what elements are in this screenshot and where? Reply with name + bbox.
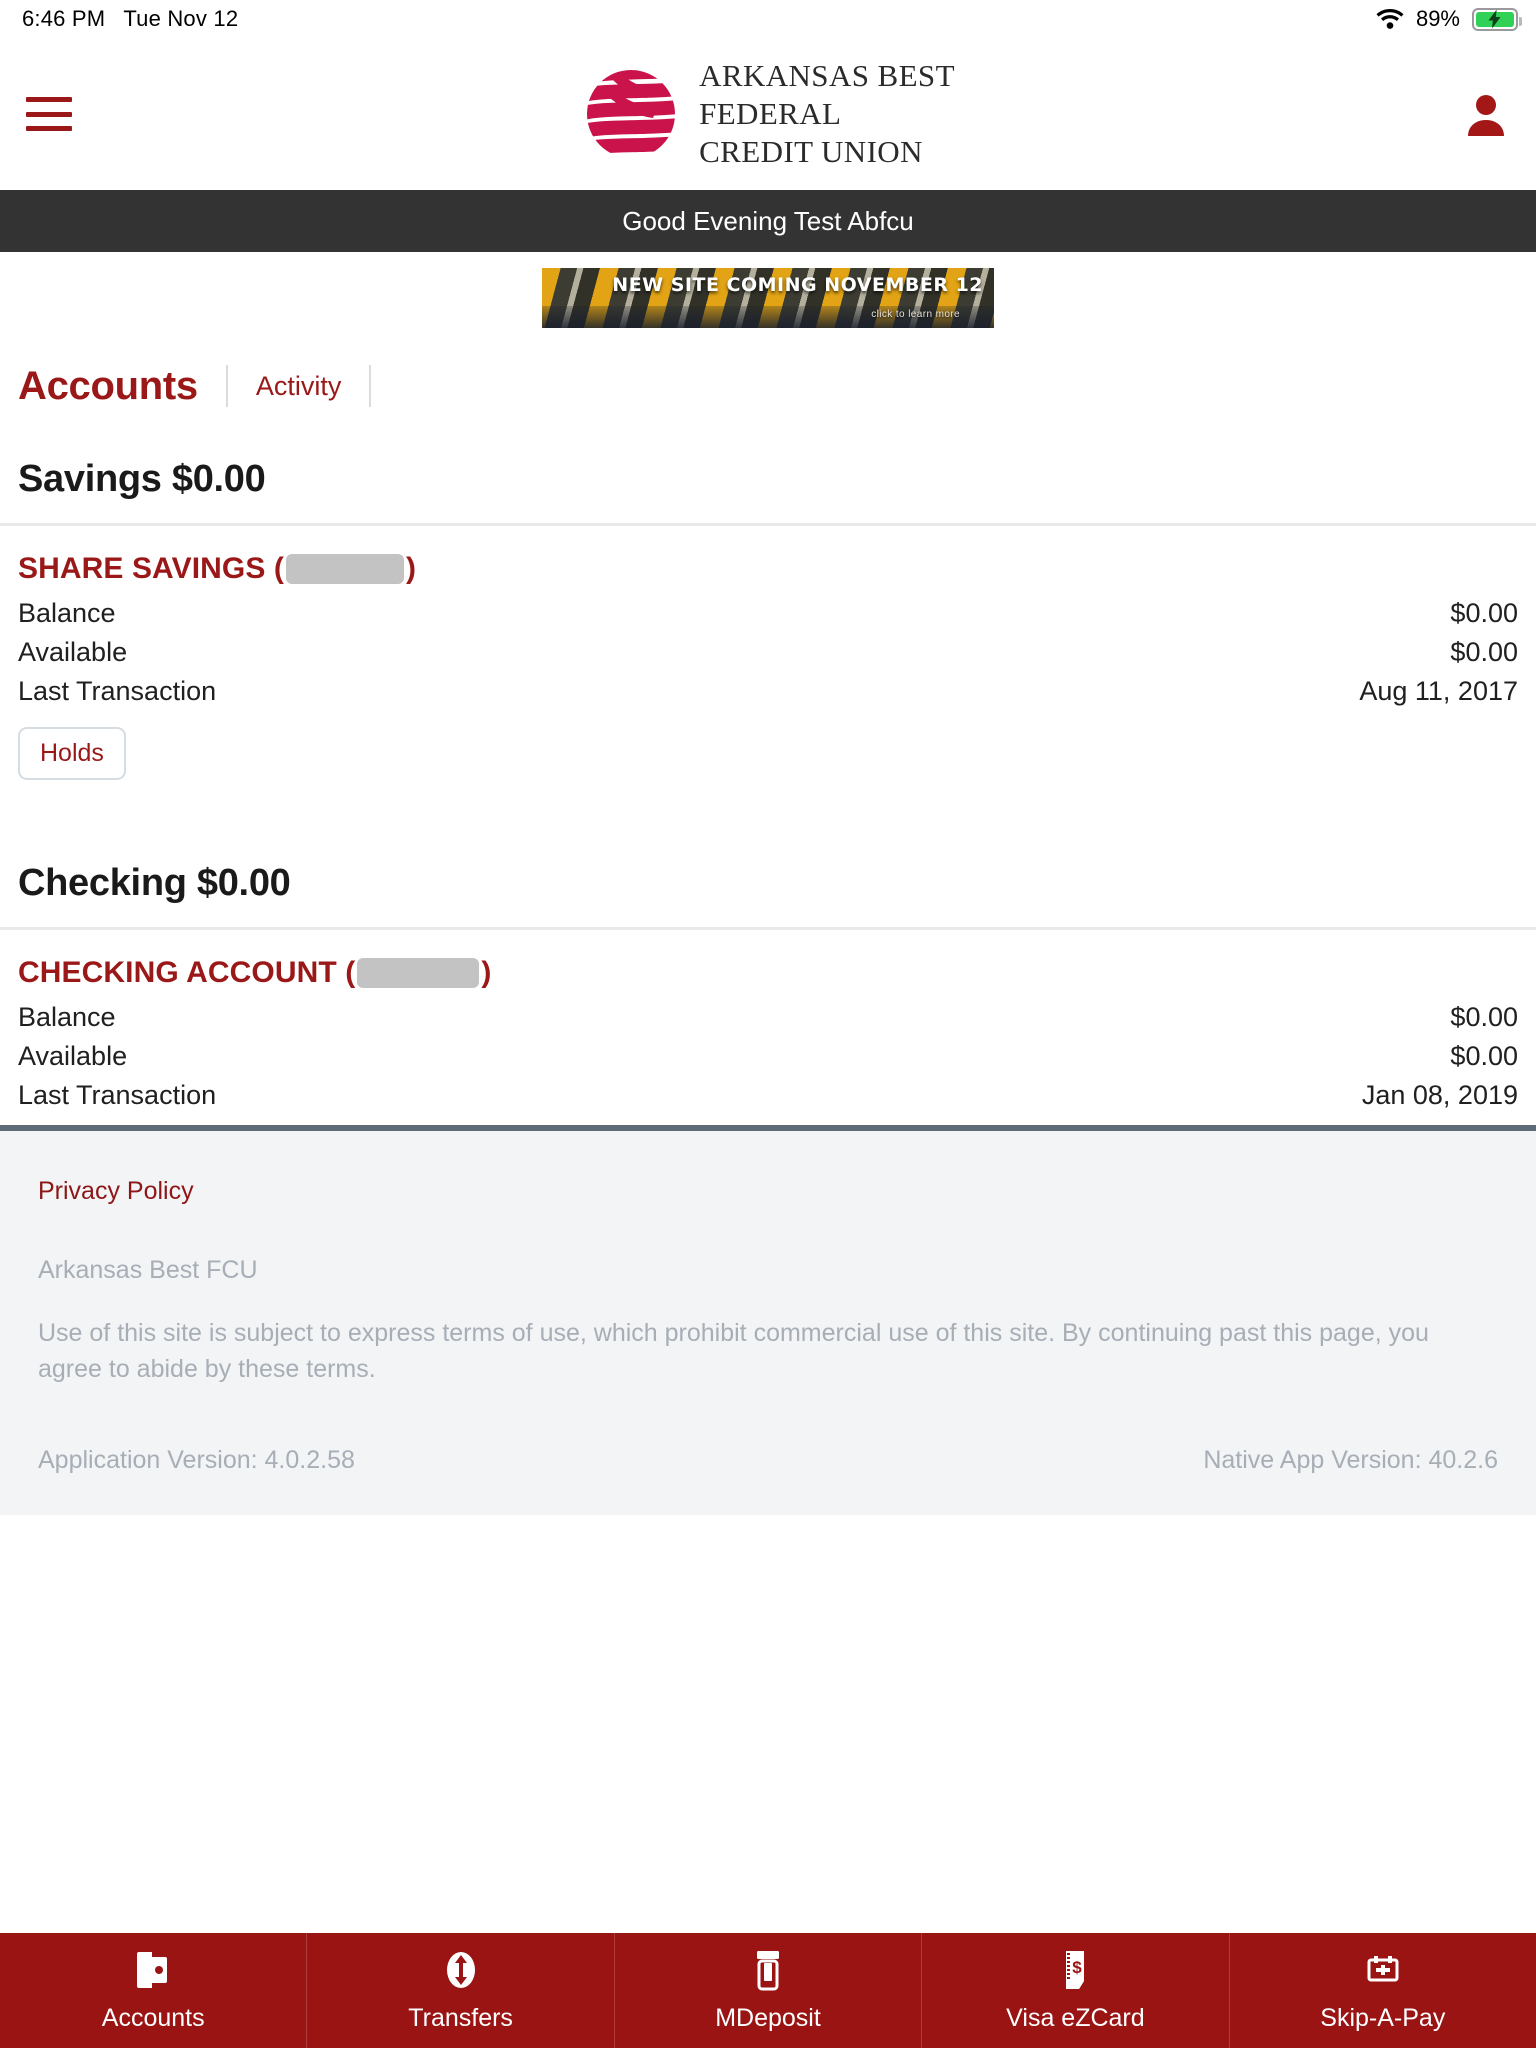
greeting-text: Good Evening Test Abfcu bbox=[622, 205, 914, 236]
bottom-tab-bar: Accounts Transfers MDeposit $ Visa eZCar… bbox=[0, 1933, 1536, 2048]
accounts-list: Savings $0.00 SHARE SAVINGS ( ) Balance … bbox=[0, 444, 1536, 1933]
hamburger-menu-icon[interactable] bbox=[26, 97, 72, 131]
account-row-last-transaction: Last Transaction Aug 11, 2017 bbox=[18, 672, 1518, 711]
transfer-arrows-icon bbox=[441, 1948, 481, 1992]
account-row-balance: Balance $0.00 bbox=[18, 594, 1518, 633]
greeting-bar: Good Evening Test Abfcu bbox=[0, 190, 1536, 252]
row-value: $0.00 bbox=[1450, 1041, 1518, 1071]
card-wallet-icon bbox=[133, 1948, 173, 1992]
footer-org-name: Arkansas Best FCU bbox=[38, 1256, 258, 1284]
tabbar-item-visa-ezcard[interactable]: $ Visa eZCard bbox=[922, 1933, 1230, 2048]
tabbar-label: Accounts bbox=[101, 2004, 205, 2032]
battery-percent-label: 89% bbox=[1415, 6, 1460, 31]
svg-text:$: $ bbox=[1073, 1958, 1083, 1977]
account-number-paren-close: ) bbox=[481, 956, 492, 989]
account-number-paren-close: ) bbox=[405, 552, 417, 585]
row-value: Jan 08, 2019 bbox=[1361, 1080, 1518, 1110]
holds-button[interactable]: Holds bbox=[18, 727, 126, 780]
row-label: Balance bbox=[18, 598, 116, 628]
logo-line-2: FEDERAL bbox=[699, 96, 842, 132]
row-value: $0.00 bbox=[1450, 1002, 1518, 1032]
tabbar-item-accounts[interactable]: Accounts bbox=[0, 1933, 308, 2048]
account-name-row: SHARE SAVINGS ( ) bbox=[18, 552, 1518, 586]
row-label: Available bbox=[18, 1041, 128, 1071]
tab-divider-2 bbox=[369, 365, 372, 407]
account-card-checking-account[interactable]: CHECKING ACCOUNT ( ) Balance $0.00 Avail… bbox=[0, 930, 1536, 1125]
status-bar-left: 6:46 PM Tue Nov 12 bbox=[22, 6, 238, 32]
brand-logo-text: ARKANSAS BEST FEDERAL CREDIT UNION bbox=[699, 57, 955, 170]
dollar-receipt-icon: $ bbox=[1055, 1948, 1095, 1992]
status-bar-date: Tue Nov 12 bbox=[123, 6, 239, 31]
abfcu-globe-logo-icon bbox=[581, 64, 681, 164]
account-number-paren-open: ( bbox=[336, 956, 356, 989]
tabbar-label: Transfers bbox=[408, 2004, 513, 2032]
row-value: Aug 11, 2017 bbox=[1359, 676, 1518, 706]
native-app-version: Native App Version: 40.2.6 bbox=[1203, 1445, 1498, 1474]
logo-line-3: CREDIT UNION bbox=[699, 133, 923, 169]
privacy-policy-link[interactable]: Privacy Policy bbox=[38, 1177, 194, 1205]
account-row-balance: Balance $0.00 bbox=[18, 998, 1518, 1037]
banner-subtext: click to learn more bbox=[871, 309, 960, 320]
tabbar-label: MDeposit bbox=[715, 2004, 821, 2032]
section-tabs: Accounts Activity bbox=[0, 328, 1536, 444]
page-footer: Privacy Policy Arkansas Best FCU Use of … bbox=[0, 1125, 1536, 1515]
brand-logo[interactable]: ARKANSAS BEST FEDERAL CREDIT UNION bbox=[581, 57, 955, 170]
account-name: CHECKING ACCOUNT bbox=[18, 956, 337, 989]
status-bar-clock: 6:46 PM bbox=[22, 6, 106, 31]
application-version: Application Version: 4.0.2.58 bbox=[38, 1445, 355, 1474]
row-label: Last Transaction bbox=[18, 676, 217, 706]
tab-divider-1 bbox=[225, 365, 228, 407]
account-name-row: CHECKING ACCOUNT ( ) bbox=[18, 956, 1518, 990]
check-deposit-icon bbox=[748, 1948, 788, 1992]
banner-headline: NEW SITE COMING NOVEMBER 12 bbox=[612, 273, 984, 296]
tabbar-item-transfers[interactable]: Transfers bbox=[307, 1933, 615, 2048]
battery-charging-icon bbox=[1472, 7, 1522, 31]
account-name: SHARE SAVINGS bbox=[18, 552, 266, 585]
app-screen: 6:46 PM Tue Nov 12 89% ARKANSAS BEST FED… bbox=[0, 0, 1536, 2048]
tabbar-item-mdeposit[interactable]: MDeposit bbox=[615, 1933, 923, 2048]
tab-activity[interactable]: Activity bbox=[256, 371, 342, 402]
row-label: Last Transaction bbox=[18, 1080, 217, 1110]
tabbar-label: Visa eZCard bbox=[1006, 2004, 1145, 2032]
account-card-share-savings[interactable]: SHARE SAVINGS ( ) Balance $0.00 Availabl… bbox=[0, 526, 1536, 790]
promo-banner-area: NEW SITE COMING NOVEMBER 12 click to lea… bbox=[0, 252, 1536, 328]
app-header: ARKANSAS BEST FEDERAL CREDIT UNION bbox=[0, 38, 1536, 190]
account-row-last-transaction: Last Transaction Jan 08, 2019 bbox=[18, 1076, 1518, 1115]
footer-terms-text: Use of this site is subject to express t… bbox=[38, 1319, 1429, 1384]
user-profile-icon[interactable] bbox=[1466, 92, 1506, 136]
account-row-available: Available $0.00 bbox=[18, 633, 1518, 672]
account-row-available: Available $0.00 bbox=[18, 1037, 1518, 1076]
tabbar-item-skip-a-pay[interactable]: Skip-A-Pay bbox=[1230, 1933, 1536, 2048]
wifi-icon bbox=[1376, 9, 1404, 29]
calendar-skip-icon bbox=[1363, 1948, 1403, 1992]
tabbar-label: Skip-A-Pay bbox=[1320, 2004, 1446, 2032]
group-title-checking: Checking $0.00 bbox=[18, 862, 291, 904]
account-number-paren-open: ( bbox=[265, 552, 284, 585]
status-bar-right: 89% bbox=[1376, 6, 1522, 32]
row-value: $0.00 bbox=[1450, 598, 1518, 628]
group-title-savings: Savings $0.00 bbox=[18, 458, 266, 500]
row-label: Balance bbox=[18, 1002, 116, 1032]
row-label: Available bbox=[18, 637, 128, 667]
account-number-redacted bbox=[285, 554, 404, 584]
bottom-whitespace bbox=[0, 1514, 1536, 1933]
tab-accounts[interactable]: Accounts bbox=[18, 364, 198, 409]
row-value: $0.00 bbox=[1450, 637, 1518, 667]
promo-banner[interactable]: NEW SITE COMING NOVEMBER 12 click to lea… bbox=[542, 268, 994, 328]
footer-versions: Application Version: 4.0.2.58 Native App… bbox=[38, 1446, 1498, 1475]
ios-status-bar: 6:46 PM Tue Nov 12 89% bbox=[0, 0, 1536, 38]
logo-line-1: ARKANSAS BEST bbox=[699, 58, 955, 94]
account-number-redacted bbox=[357, 958, 480, 988]
